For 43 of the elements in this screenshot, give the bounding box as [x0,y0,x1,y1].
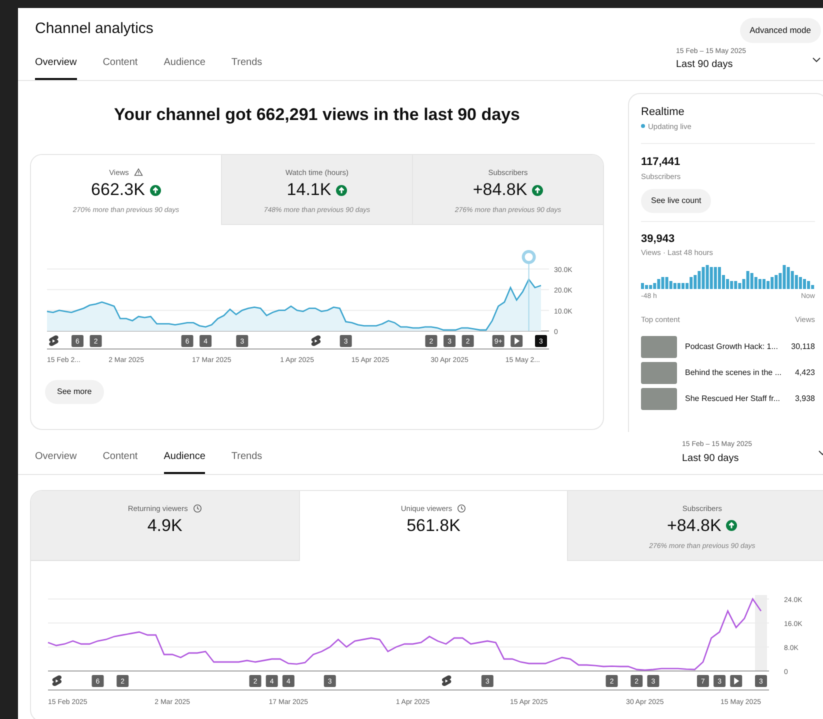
shorts-icon[interactable] [311,335,321,346]
metric-value: 14.1K [286,179,332,201]
top-content-row[interactable]: Podcast Growth Hack: 1... 30,118 [641,336,815,358]
chevron-down-icon [812,56,821,62]
subscriber-count: 117,441 [641,155,682,170]
tab[interactable]: Audience [164,448,206,474]
metric-value: 561.8K [406,514,460,537]
metric-value: +84.8K [667,514,722,537]
tab[interactable]: Trends [231,448,262,474]
see-live-count-button[interactable]: See live count [641,188,712,213]
metric-value: +84.8K [472,179,528,201]
page-title: Channel analytics [35,19,154,39]
thumbnail-placeholder [641,362,677,384]
metric-value: 4.9K [147,514,182,537]
video-views: 4,423 [794,367,815,380]
play-icon[interactable] [510,334,523,347]
see-more-button[interactable]: See more [45,380,104,404]
play-icon[interactable] [730,674,742,686]
shorts-icon[interactable] [49,335,58,346]
tab[interactable]: Trends [231,55,262,80]
video-title: Behind the scenes in the ... [685,367,783,380]
metric-value: 662.3K [91,179,145,201]
top-content-row[interactable]: Behind the scenes in the ... 4,423 [641,362,815,384]
tab[interactable]: Overview [35,448,77,474]
video-title: She Rescued Her Staff fr... [685,393,782,406]
headline: Your channel got 662,291 views in the last 90 days [113,104,521,126]
tab[interactable]: Overview [35,55,77,80]
tab[interactable]: Audience [164,55,206,80]
shorts-icon[interactable] [442,674,452,686]
advanced-mode-button[interactable]: Advanced mode [740,18,821,43]
video-views: 30,118 [791,341,815,354]
top-content-row[interactable]: She Rescued Her Staff fr... 3,938 [641,388,815,410]
video-title: Podcast Growth Hack: 1... [685,341,779,354]
date-range-label: Last 90 days [682,452,740,466]
tab[interactable]: Content [102,448,138,474]
thumbnail-placeholder [641,388,677,410]
video-views: 3,938 [794,393,815,406]
shorts-icon[interactable] [52,674,62,686]
views-count: 39,943 [641,232,676,247]
date-range-label: Last 90 days [676,58,734,72]
tab[interactable]: Content [102,55,138,80]
thumbnail-placeholder [641,336,677,358]
realtime-title: Realtime [641,105,686,120]
